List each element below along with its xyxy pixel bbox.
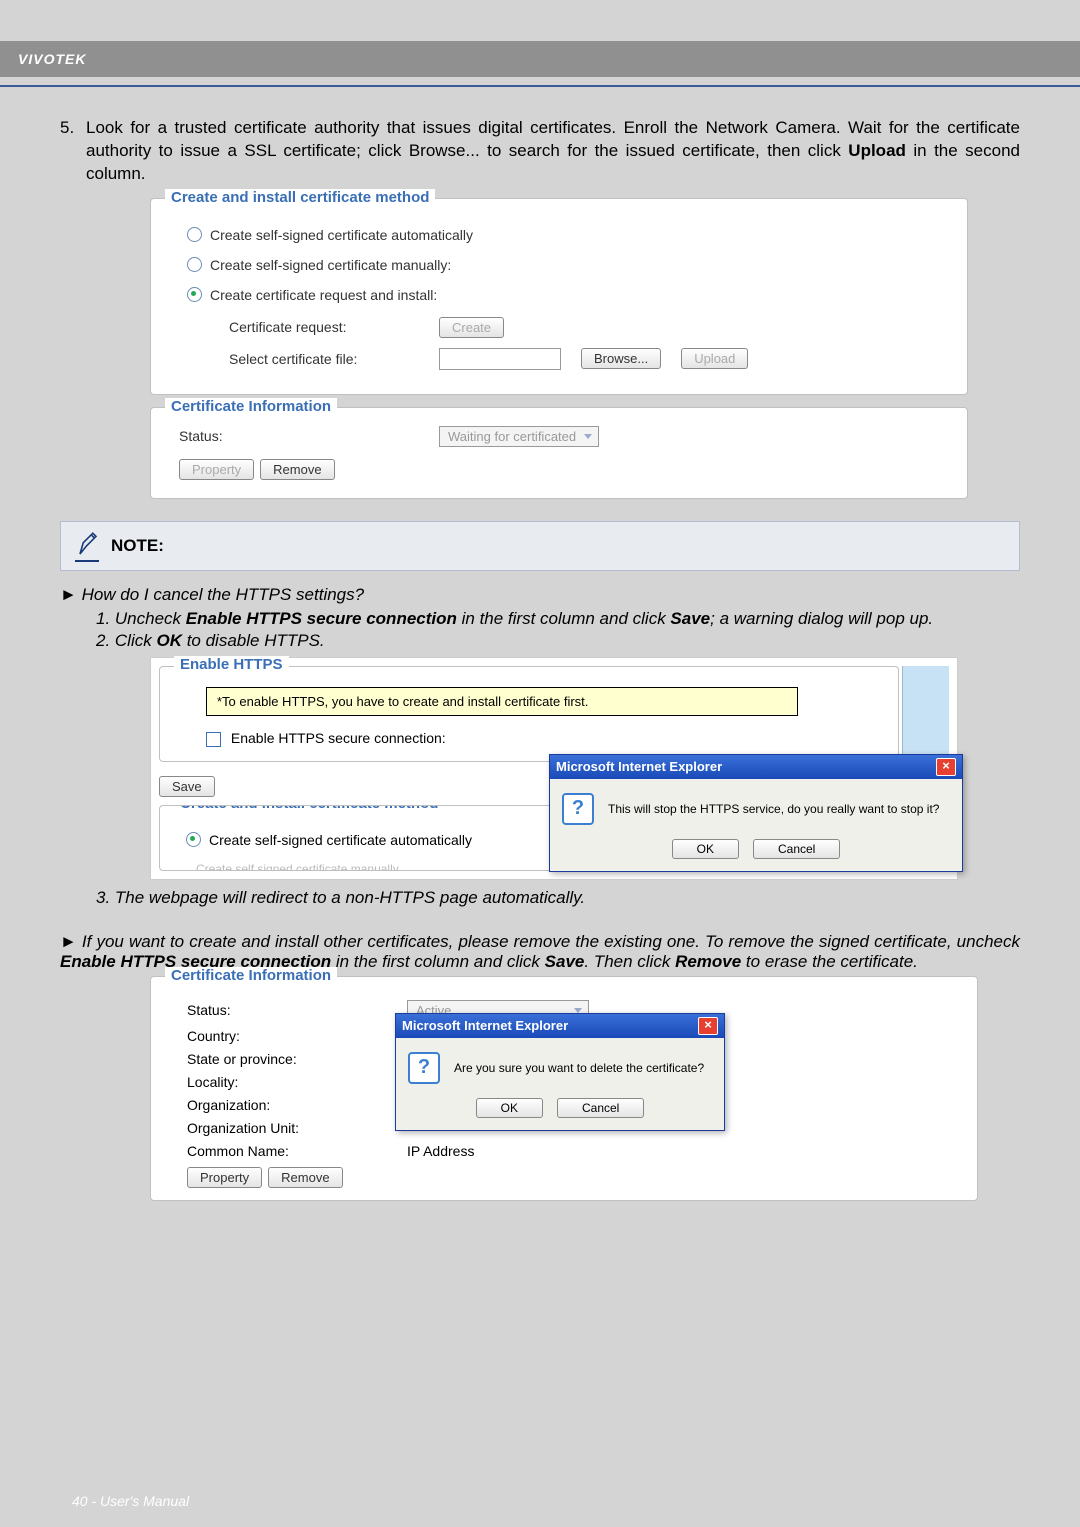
dialog-message: Are you sure you want to delete the cert… bbox=[454, 1061, 704, 1075]
dialog-titlebar: Microsoft Internet Explorer × bbox=[396, 1014, 724, 1038]
locality-label: Locality: bbox=[187, 1074, 387, 1090]
close-icon[interactable]: × bbox=[936, 758, 956, 776]
step5-bold: Upload bbox=[848, 141, 906, 160]
dialog-titlebar: Microsoft Internet Explorer × bbox=[550, 755, 962, 779]
screenshot-enable-https: Enable HTTPS *To enable HTTPS, you have … bbox=[150, 657, 958, 880]
faq-question-2: ► If you want to create and install othe… bbox=[60, 932, 1020, 972]
status-label: Status: bbox=[187, 1002, 387, 1018]
browse-button[interactable]: Browse... bbox=[581, 348, 661, 369]
ie-dialog-stop-https: Microsoft Internet Explorer × ? This wil… bbox=[549, 754, 963, 872]
radio-row-request[interactable]: Create certificate request and install: bbox=[187, 287, 949, 303]
close-icon[interactable]: × bbox=[698, 1017, 718, 1035]
note-title: NOTE: bbox=[111, 536, 164, 556]
cert-info-fieldset: Certificate Information Status: Waiting … bbox=[150, 407, 968, 499]
radio-icon bbox=[187, 227, 202, 242]
state-label: State or province: bbox=[187, 1051, 387, 1067]
faq-step1: 1. Uncheck Enable HTTPS secure connectio… bbox=[96, 609, 1020, 629]
common-value: IP Address bbox=[407, 1143, 474, 1159]
sub-legend: Create and install certificate method bbox=[174, 805, 444, 812]
header-bar: VIVOTEK bbox=[0, 41, 1080, 77]
screenshot-cert-info: Certificate Information Status: Active C… bbox=[150, 976, 978, 1201]
enable-https-fieldset: Enable HTTPS *To enable HTTPS, you have … bbox=[159, 666, 899, 762]
sub-radio-label: Create self-signed certificate automatic… bbox=[209, 832, 472, 848]
status-value: Waiting for certificated bbox=[448, 429, 576, 444]
save-button[interactable]: Save bbox=[159, 776, 215, 797]
select-file-label: Select certificate file: bbox=[229, 351, 419, 367]
property-button[interactable]: Property bbox=[187, 1167, 262, 1188]
note-bar: NOTE: bbox=[60, 521, 1020, 571]
cert-info-legend: Certificate Information bbox=[165, 967, 337, 984]
radio-label-request: Create certificate request and install: bbox=[210, 287, 437, 303]
radio-icon bbox=[187, 287, 202, 302]
step5-num: 5. bbox=[60, 118, 74, 137]
status-select[interactable]: Waiting for certificated bbox=[439, 426, 599, 447]
radio-row-auto[interactable]: Create self-signed certificate automatic… bbox=[187, 227, 949, 243]
pencil-icon bbox=[75, 530, 99, 562]
radio-icon bbox=[187, 257, 202, 272]
create-install-fieldset: Create and install certificate method Cr… bbox=[150, 198, 968, 395]
faq-q1-title: How do I cancel the HTTPS settings? bbox=[82, 585, 365, 604]
dialog-message: This will stop the HTTPS service, do you… bbox=[608, 802, 939, 816]
question-icon: ? bbox=[562, 793, 594, 825]
country-label: Country: bbox=[187, 1028, 387, 1044]
org-label: Organization: bbox=[187, 1097, 387, 1113]
dialog-title: Microsoft Internet Explorer bbox=[556, 759, 722, 774]
fieldset-legend: Create and install certificate method bbox=[165, 189, 435, 206]
question-icon: ? bbox=[408, 1052, 440, 1084]
cert-request-label: Certificate request: bbox=[229, 319, 419, 335]
ok-button[interactable]: OK bbox=[476, 1098, 543, 1118]
cancel-button[interactable]: Cancel bbox=[557, 1098, 644, 1118]
radio-icon bbox=[186, 832, 201, 847]
faq-step3: 3. The webpage will redirect to a non-HT… bbox=[96, 888, 1020, 908]
orgunit-label: Organization Unit: bbox=[187, 1120, 387, 1136]
ok-button[interactable]: OK bbox=[672, 839, 739, 859]
brand-label: VIVOTEK bbox=[18, 51, 86, 67]
status-label: Status: bbox=[179, 428, 439, 444]
arrow-icon: ► bbox=[60, 585, 77, 604]
common-label: Common Name: bbox=[187, 1143, 387, 1159]
dialog-title: Microsoft Internet Explorer bbox=[402, 1018, 568, 1033]
faq-step2: 2. Click OK to disable HTTPS. bbox=[96, 631, 1020, 651]
radio-label-auto: Create self-signed certificate automatic… bbox=[210, 227, 473, 243]
fieldset-legend: Certificate Information bbox=[165, 398, 337, 415]
file-input[interactable] bbox=[439, 348, 561, 370]
faq-question-1: ► How do I cancel the HTTPS settings? bbox=[60, 585, 1020, 605]
enable-legend: Enable HTTPS bbox=[174, 656, 289, 673]
hint-box: *To enable HTTPS, you have to create and… bbox=[206, 687, 798, 716]
page-footer: 40 - User's Manual bbox=[72, 1493, 189, 1509]
cancel-button[interactable]: Cancel bbox=[753, 839, 840, 859]
enable-checkbox[interactable] bbox=[206, 732, 221, 747]
ie-dialog-delete-cert: Microsoft Internet Explorer × ? Are you … bbox=[395, 1013, 725, 1131]
remove-button[interactable]: Remove bbox=[268, 1167, 342, 1188]
upload-button[interactable]: Upload bbox=[681, 348, 748, 369]
radio-row-manual[interactable]: Create self-signed certificate manually: bbox=[187, 257, 949, 273]
create-button[interactable]: Create bbox=[439, 317, 504, 338]
property-button[interactable]: Property bbox=[179, 459, 254, 480]
enable-checkbox-label: Enable HTTPS secure connection: bbox=[231, 730, 446, 746]
remove-button[interactable]: Remove bbox=[260, 459, 334, 480]
radio-label-manual: Create self-signed certificate manually: bbox=[210, 257, 451, 273]
step5-text: 5. Look for a trusted certificate author… bbox=[60, 117, 1020, 186]
arrow-icon: ► bbox=[60, 932, 77, 951]
